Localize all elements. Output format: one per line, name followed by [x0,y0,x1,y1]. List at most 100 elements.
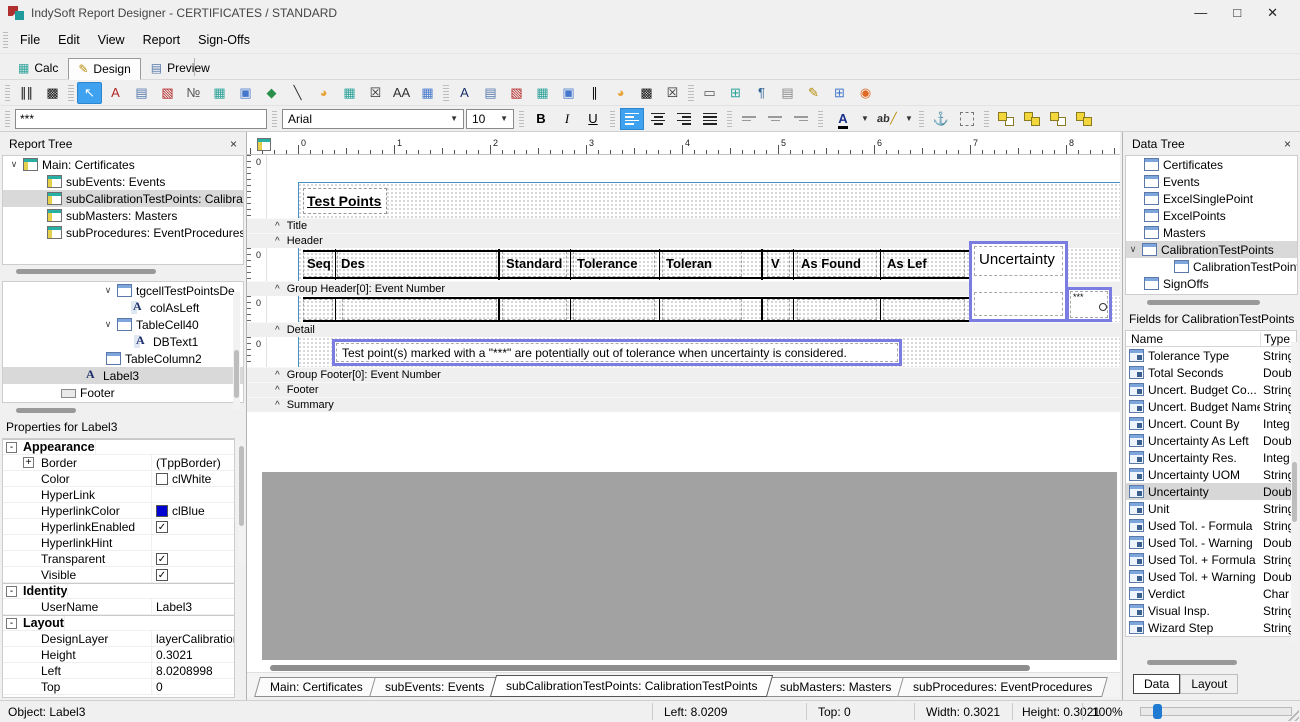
bring-to-front-button[interactable] [994,108,1018,130]
font-size-combo[interactable]: 10 ▼ [466,109,514,129]
fields-col-name[interactable]: Name [1126,332,1260,346]
report-object-item[interactable]: TableColumn2 [3,350,243,367]
property-row[interactable]: Visible [3,567,234,583]
font-color-button[interactable]: A [828,108,858,130]
underline-button[interactable]: U [581,108,605,130]
data-tree-item[interactable]: Events [1126,173,1297,190]
highlight-color-button[interactable]: ab╱ [872,108,902,130]
close-icon[interactable]: × [1284,137,1291,151]
move-forward-button[interactable] [1046,108,1070,130]
data-tree-item[interactable]: ExcelPoints [1126,207,1297,224]
column-header-as-left[interactable]: As Lef [883,251,965,277]
panel-tab[interactable]: Layout [1180,674,1238,694]
barcode-tool[interactable]: ∥∥ [14,82,39,104]
canvas-horizontal-scrollbar[interactable] [270,665,1030,671]
uncertainty-column-selection[interactable]: Uncertainty [969,241,1068,322]
checkbox-tool[interactable]: ☒ [363,82,388,104]
menu-item[interactable]: File [11,30,49,50]
field-row[interactable]: Uncert. Count By Integ [1126,415,1296,432]
property-row[interactable]: Transparent [3,551,234,567]
subreport-tab[interactable]: subMasters: Masters [764,677,907,697]
subreport-tab[interactable]: Main: Certificates [254,677,378,697]
property-row[interactable]: Top 0 [3,679,234,695]
property-row[interactable]: - Identity [3,583,234,599]
send-to-back-button[interactable] [1020,108,1044,130]
field-row[interactable]: Verdict Char [1126,585,1296,602]
property-row[interactable]: + Border (TppBorder) [3,455,234,471]
memo-tool[interactable]: ▤ [129,82,154,104]
property-row[interactable]: - Layout [3,615,234,631]
richtext-tool[interactable]: ▧ [155,82,180,104]
line-tool[interactable]: ╲ [285,82,310,104]
field-row[interactable]: Unit String [1126,500,1296,517]
select-tool[interactable]: ↖ [77,82,102,104]
checkbox[interactable] [156,553,168,565]
data-cell[interactable] [883,299,965,320]
dbcalc-tool[interactable]: ▦ [530,82,555,104]
report-tree-item[interactable]: subProcedures: EventProcedures [3,224,243,241]
expander-icon[interactable]: - [6,618,17,629]
data-cell[interactable] [974,292,1063,316]
chevron-down-icon[interactable]: ▼ [860,114,870,123]
band-bar-detail[interactable]: Detail [247,322,1120,337]
align-center-button[interactable] [646,108,670,130]
column-header-seq[interactable]: Seq [303,251,333,277]
report-tree-item[interactable]: subEvents: Events [3,173,243,190]
property-row[interactable]: Height 0.3021 [3,647,234,663]
selection-handle[interactable] [1099,303,1107,311]
subreport-tab[interactable]: subEvents: Events [369,677,500,697]
shape-tool[interactable]: ◆ [259,82,284,104]
paintbrush-tool[interactable]: ✎ [801,82,826,104]
system-variable-tool[interactable]: № [181,82,206,104]
checkbox[interactable] [156,521,168,533]
field-row[interactable]: Uncertainty As Left Doub [1126,432,1296,449]
variable-tool[interactable]: ▦ [207,82,232,104]
chart-tool[interactable]: ◕ [311,82,336,104]
property-row[interactable]: HyperLink [3,487,234,503]
valign-middle-button[interactable] [763,108,787,130]
chevron-down-icon[interactable] [9,159,19,170]
band-bar-footer[interactable]: Footer [247,382,1120,397]
report-object-item[interactable]: DBText1 [3,333,243,350]
data-cell[interactable] [502,299,567,320]
property-row[interactable]: HyperlinkEnabled [3,519,234,535]
geocode-tool[interactable]: ◉ [853,82,878,104]
maximize-button[interactable]: □ [1233,5,1241,21]
chevron-down-icon[interactable]: ▼ [904,114,914,123]
minimize-button[interactable]: — [1194,5,1207,21]
field-row[interactable]: Wizard Step String [1126,619,1296,636]
warning-label-object[interactable]: Test point(s) marked with a "***" are po… [332,339,902,366]
dbchart-tool[interactable]: ◕ [608,82,633,104]
report-object-item[interactable]: tgcellTestPointsDe [3,282,243,299]
menu-item[interactable]: View [89,30,134,50]
band-bar-title[interactable]: Title [247,218,1120,233]
column-header-standard[interactable]: Standard [502,251,567,277]
expander-icon[interactable]: - [6,586,17,597]
column-header-uncertainty[interactable]: Uncertainty [974,246,1063,276]
report-tree-item[interactable]: Main: Certificates [3,156,243,173]
move-backward-button[interactable] [1072,108,1096,130]
data-cell[interactable] [797,299,877,320]
report-tree-item[interactable]: subCalibrationTestPoints: CalibrationT [3,190,243,207]
expander-icon[interactable]: - [6,442,17,453]
report-object-item[interactable]: Footer [3,384,243,401]
data-cell[interactable] [573,299,655,320]
subreport-tool[interactable]: ⊞ [723,82,748,104]
field-row[interactable]: Uncertainty Doub [1126,483,1296,500]
property-value[interactable]: 0.3021 [156,648,193,662]
align-right-button[interactable] [672,108,696,130]
vertical-scrollbar[interactable] [238,442,245,562]
anchor-button[interactable]: ⚓ [929,108,953,130]
menu-item[interactable]: Sign-Offs [189,30,259,50]
property-value[interactable]: (TppBorder) [156,456,221,470]
zoom-slider-thumb[interactable] [1153,704,1162,719]
view-tab[interactable]: ▤ Preview [141,57,220,79]
dbmemo-tool[interactable]: ▤ [478,82,503,104]
border-button[interactable] [955,108,979,130]
field-row[interactable]: Used Tol. + Formula String [1126,551,1296,568]
property-row[interactable]: Color clWhite [3,471,234,487]
field-row[interactable]: Used Tol. - Warning Doub [1126,534,1296,551]
view-tab[interactable]: ✎ Design [68,58,140,80]
filelink-tool[interactable]: ▤ [775,82,800,104]
field-row[interactable]: Uncertainty Res. Integ [1126,449,1296,466]
